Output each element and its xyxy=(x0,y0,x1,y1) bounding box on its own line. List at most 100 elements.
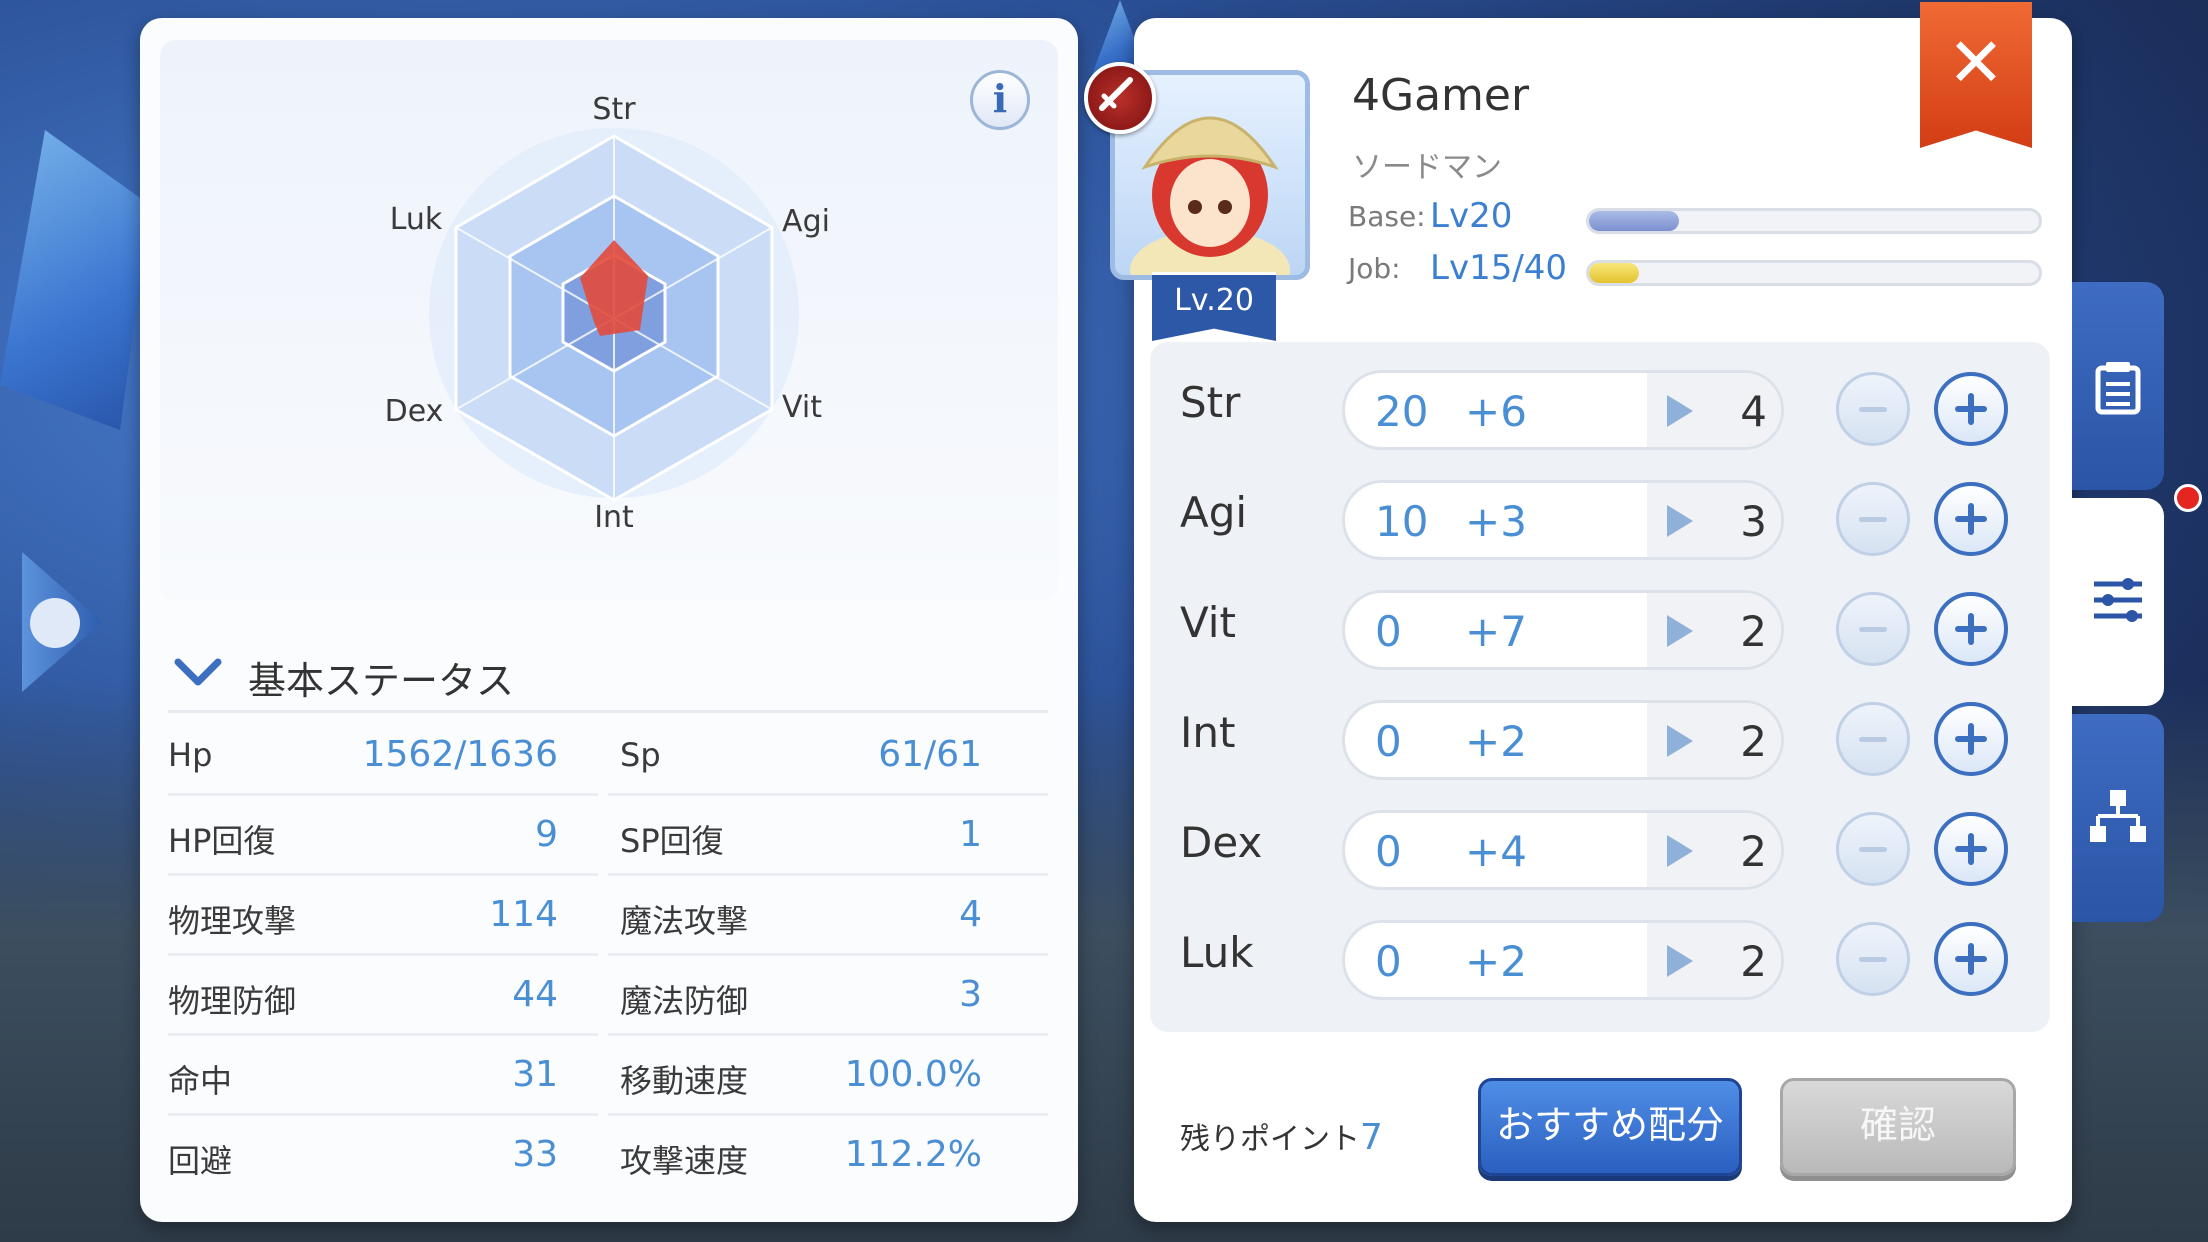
stat-name: 移動速度 xyxy=(620,1062,749,1100)
stat-value: 1 xyxy=(959,814,982,855)
radar-label-agi: Agi xyxy=(782,204,830,239)
stat-value-pill: 0 +2 2 xyxy=(1342,920,1784,1000)
stat-row-vit: Vit 0 +7 2 xyxy=(1150,568,2050,678)
tab-stat-allocation[interactable] xyxy=(2072,498,2164,706)
minus-icon xyxy=(1859,517,1887,522)
plus-icon xyxy=(1968,723,1974,755)
close-icon: ✕ xyxy=(1947,24,2005,103)
radar-label-dex: Dex xyxy=(384,394,444,429)
plus-icon xyxy=(1968,613,1974,645)
stat-row-str: Str 20 +6 4 xyxy=(1150,348,2050,458)
radar-label-str: Str xyxy=(592,92,636,127)
stat-name: 回避 xyxy=(168,1142,233,1180)
stat-allocation-list: Str 20 +6 4 Agi 10 +3 3 Vit 0 +7 2 Int 0… xyxy=(1150,342,2050,1032)
stat-value: 4 xyxy=(959,894,982,935)
minus-icon xyxy=(1859,737,1887,742)
radar-label-int: Int xyxy=(594,500,634,535)
tab-skill-tree[interactable] xyxy=(2072,714,2164,922)
stat-value: 3 xyxy=(959,974,982,1015)
minus-icon xyxy=(1859,627,1887,632)
chevron-down-icon xyxy=(174,658,222,686)
base-level-value: Lv20 xyxy=(1430,196,1513,236)
stat-name: 魔法防御 xyxy=(620,982,749,1020)
decrease-str-button[interactable] xyxy=(1836,372,1910,446)
stat-value: 44 xyxy=(512,974,558,1015)
confirm-button[interactable]: 確認 xyxy=(1780,1078,2016,1176)
tab-profile[interactable] xyxy=(2072,282,2164,490)
decrease-int-button[interactable] xyxy=(1836,702,1910,776)
stat-bonus-value: +7 xyxy=(1465,607,1527,656)
radar-label-luk: Luk xyxy=(389,202,443,237)
stat-name: Hp xyxy=(168,736,213,774)
play-arrow-icon xyxy=(1667,945,1693,977)
play-arrow-icon xyxy=(1667,725,1693,757)
table-row: HP回復 9 SP回復 1 xyxy=(168,796,1048,876)
stat-name: HP回復 xyxy=(168,822,276,860)
stat-name: 物理攻撃 xyxy=(168,902,297,940)
stat-name: 物理防御 xyxy=(168,982,297,1020)
remaining-points-label: 残りポイント xyxy=(1180,1122,1360,1157)
decrease-agi-button[interactable] xyxy=(1836,482,1910,556)
table-row: 命中 31 移動速度 100.0% xyxy=(168,1036,1048,1116)
status-summary-panel: Str Agi Vit Int Dex Luk i 基本ステータス Hp 1562… xyxy=(140,18,1078,1222)
stat-label: Str xyxy=(1180,378,1241,427)
person-icon xyxy=(30,598,80,648)
stat-row-int: Int 0 +2 2 xyxy=(1150,678,2050,788)
minus-icon xyxy=(1859,957,1887,962)
increase-vit-button[interactable] xyxy=(1934,592,2008,666)
section-title: 基本ステータス xyxy=(248,659,515,703)
recommended-allocation-button[interactable]: おすすめ配分 xyxy=(1478,1078,1742,1176)
stat-base-value: 0 xyxy=(1375,717,1402,766)
stat-name: 攻撃速度 xyxy=(620,1142,749,1180)
stat-base-value: 0 xyxy=(1375,607,1402,656)
stat-name: 魔法攻撃 xyxy=(620,902,749,940)
background-crystal xyxy=(0,130,150,430)
plus-icon xyxy=(1968,503,1974,535)
increase-dex-button[interactable] xyxy=(1934,812,2008,886)
stat-name: Sp xyxy=(620,736,661,774)
decrease-vit-button[interactable] xyxy=(1836,592,1910,666)
stat-base-value: 10 xyxy=(1375,497,1429,546)
remaining-points-value: 7 xyxy=(1360,1117,1383,1158)
base-level-label: Base: xyxy=(1348,200,1426,233)
stat-value: 114 xyxy=(489,894,558,935)
notification-dot xyxy=(2174,484,2202,512)
close-button[interactable]: ✕ xyxy=(1920,2,2032,148)
stat-value: 100.0% xyxy=(844,1054,982,1095)
minus-icon xyxy=(1859,847,1887,852)
job-exp-fill xyxy=(1589,263,1639,283)
stat-bonus-value: +3 xyxy=(1465,497,1527,546)
stat-label: Int xyxy=(1180,708,1236,757)
job-level-value: Lv15/40 xyxy=(1430,248,1568,288)
character-class: ソードマン xyxy=(1352,150,1502,185)
table-row: 物理防御 44 魔法防御 3 xyxy=(168,956,1048,1036)
decrease-luk-button[interactable] xyxy=(1836,922,1910,996)
increase-str-button[interactable] xyxy=(1934,372,2008,446)
stat-row-agi: Agi 10 +3 3 xyxy=(1150,458,2050,568)
play-arrow-icon xyxy=(1667,505,1693,537)
radar-label-vit: Vit xyxy=(782,390,822,425)
basic-status-header[interactable]: 基本ステータス xyxy=(168,640,1048,713)
stat-cost: 2 xyxy=(1740,607,1767,656)
table-row: Hp 1562/1636 Sp 61/61 xyxy=(168,716,1048,796)
sliders-icon xyxy=(2094,578,2142,622)
plus-icon xyxy=(1968,393,1974,425)
character-switch-tab[interactable] xyxy=(22,552,102,692)
table-row: 回避 33 攻撃速度 112.2% xyxy=(168,1116,1048,1196)
stat-value: 31 xyxy=(512,1054,558,1095)
minus-icon xyxy=(1859,407,1887,412)
increase-luk-button[interactable] xyxy=(1934,922,2008,996)
base-exp-bar xyxy=(1586,208,2042,234)
increase-agi-button[interactable] xyxy=(1934,482,2008,556)
info-button[interactable]: i xyxy=(970,70,1030,130)
level-badge-text: Lv.20 xyxy=(1174,283,1254,318)
stat-value-pill: 0 +4 2 xyxy=(1342,810,1784,890)
increase-int-button[interactable] xyxy=(1934,702,2008,776)
stat-cost: 3 xyxy=(1740,497,1767,546)
stat-value: 1562/1636 xyxy=(362,734,558,775)
stat-bonus-value: +4 xyxy=(1465,827,1527,876)
stat-value: 61/61 xyxy=(878,734,982,775)
character-name: 4Gamer xyxy=(1352,70,1530,121)
stat-cost: 2 xyxy=(1740,827,1767,876)
decrease-dex-button[interactable] xyxy=(1836,812,1910,886)
